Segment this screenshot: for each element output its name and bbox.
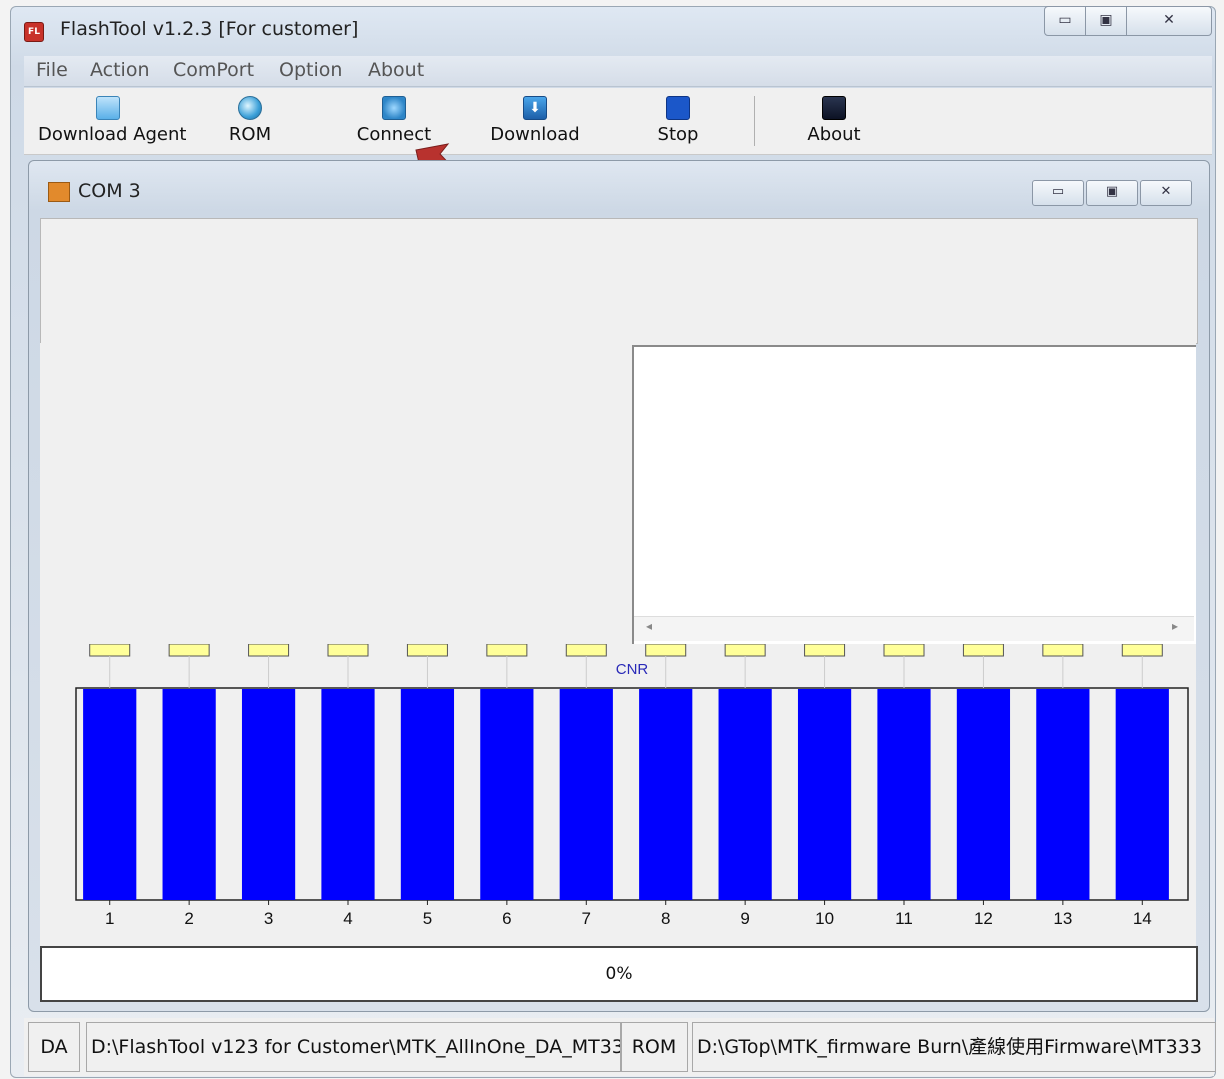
- scroll-right-icon[interactable]: ▸: [1172, 619, 1178, 633]
- x-tick-label: 7: [582, 909, 591, 928]
- x-tick-label: 13: [1053, 909, 1072, 928]
- menu-about[interactable]: About: [368, 59, 424, 81]
- bar-3: [241, 689, 296, 900]
- about-icon: [822, 96, 846, 120]
- bar-value-tab: [565, 644, 607, 657]
- x-tick-label: 4: [343, 909, 352, 928]
- stop-label: Stop: [657, 124, 699, 145]
- bar-2: [162, 689, 216, 900]
- bar-value-tab: [168, 644, 210, 657]
- bar-14: [1115, 689, 1169, 900]
- status-da-path: D:\FlashTool v123 for Customer\MTK_AllIn…: [86, 1022, 622, 1072]
- bar-4: [321, 689, 375, 900]
- progress-text: 0%: [605, 964, 633, 984]
- x-tick-label: 2: [184, 909, 193, 928]
- bar-9: [718, 689, 772, 900]
- horizontal-scrollbar[interactable]: ◂ ▸: [634, 616, 1194, 641]
- stop-icon: [666, 96, 690, 120]
- download-agent-button[interactable]: Download Agent: [38, 88, 187, 152]
- toolbar-separator: [754, 96, 755, 146]
- bar-value-tab: [406, 644, 448, 657]
- bar-12: [956, 689, 1011, 900]
- stop-button[interactable]: Stop: [648, 88, 708, 152]
- menu-comport[interactable]: ComPort: [173, 59, 254, 81]
- x-tick-label: 1: [105, 909, 114, 928]
- menu-file[interactable]: File: [36, 59, 68, 81]
- menu-action[interactable]: Action: [90, 59, 150, 81]
- bar-1: [83, 689, 137, 900]
- bar-value-tab: [804, 644, 846, 657]
- progress-bar: 0%: [40, 946, 1198, 1002]
- app-icon: FL: [24, 22, 44, 42]
- status-rom-path: D:\GTop\MTK_firmware Burn\產線使用Firmware\M…: [692, 1022, 1216, 1072]
- child-window-title: COM 3: [78, 180, 141, 202]
- about-button[interactable]: About: [802, 88, 866, 152]
- bar-value-tab: [486, 644, 528, 657]
- caption-buttons: ▭ ▣ ✕: [1044, 6, 1212, 36]
- menu-bar: File Action ComPort Option About: [24, 56, 1212, 87]
- bar-value-tab: [1042, 644, 1084, 657]
- x-tick-label: 14: [1133, 909, 1152, 928]
- close-button[interactable]: ✕: [1126, 6, 1212, 36]
- com-port-icon: [48, 182, 70, 202]
- folder-icon: [96, 96, 120, 120]
- download-icon: ⬇: [523, 96, 547, 120]
- bar-value-tab: [962, 644, 1004, 657]
- child-minimize-button[interactable]: ▭: [1032, 180, 1084, 206]
- about-label: About: [807, 124, 861, 145]
- x-tick-label: 9: [740, 909, 749, 928]
- x-tick-label: 6: [502, 909, 511, 928]
- rom-label: ROM: [228, 124, 272, 145]
- x-tick-label: 12: [974, 909, 993, 928]
- child-maximize-button[interactable]: ▣: [1086, 180, 1138, 206]
- bar-value-tab: [327, 644, 369, 657]
- chart-title: CNR: [616, 661, 649, 678]
- log-box: [632, 345, 1196, 646]
- status-da-label: DA: [28, 1022, 80, 1072]
- bar-7: [559, 689, 613, 900]
- status-bar: DA D:\FlashTool v123 for Customer\MTK_Al…: [24, 1018, 1216, 1076]
- status-rom-label: ROM: [620, 1022, 688, 1072]
- connect-icon: [382, 96, 406, 120]
- globe-icon: [238, 96, 262, 120]
- toolbar: Download Agent ROM Connect ⬇ Download St…: [24, 88, 1212, 155]
- bar-13: [1036, 689, 1090, 900]
- bar-value-tab: [89, 644, 131, 657]
- menu-option[interactable]: Option: [279, 59, 342, 81]
- x-tick-label: 8: [661, 909, 670, 928]
- x-tick-label: 3: [264, 909, 273, 928]
- download-agent-label: Download Agent: [38, 124, 187, 145]
- rom-button[interactable]: ROM: [220, 88, 280, 152]
- x-tick-label: 10: [815, 909, 834, 928]
- info-panel: [40, 218, 1198, 344]
- bar-11: [877, 689, 931, 900]
- download-label: Download: [490, 124, 580, 145]
- x-tick-label: 11: [895, 909, 913, 928]
- window-title: FlashTool v1.2.3 [For customer]: [60, 18, 359, 40]
- bar-6: [480, 689, 534, 900]
- bar-value-tab: [883, 644, 925, 657]
- bar-value-tab: [724, 644, 766, 657]
- child-close-button[interactable]: ✕: [1140, 180, 1192, 206]
- minimize-button[interactable]: ▭: [1044, 6, 1086, 36]
- x-tick-label: 5: [423, 909, 432, 928]
- bar-value-tab: [248, 644, 290, 657]
- download-button[interactable]: ⬇ Download: [490, 88, 580, 152]
- bar-8: [639, 689, 693, 900]
- cnr-bar-chart: CNR 1 2 3 4 5 6 7 8 9 10 11 12 13 14: [40, 644, 1196, 944]
- bar-5: [400, 689, 455, 900]
- bar-10: [797, 689, 852, 900]
- scroll-left-icon[interactable]: ◂: [646, 619, 652, 633]
- bar-value-tab: [645, 644, 687, 657]
- bar-value-tab: [1121, 644, 1163, 657]
- maximize-button[interactable]: ▣: [1085, 6, 1127, 36]
